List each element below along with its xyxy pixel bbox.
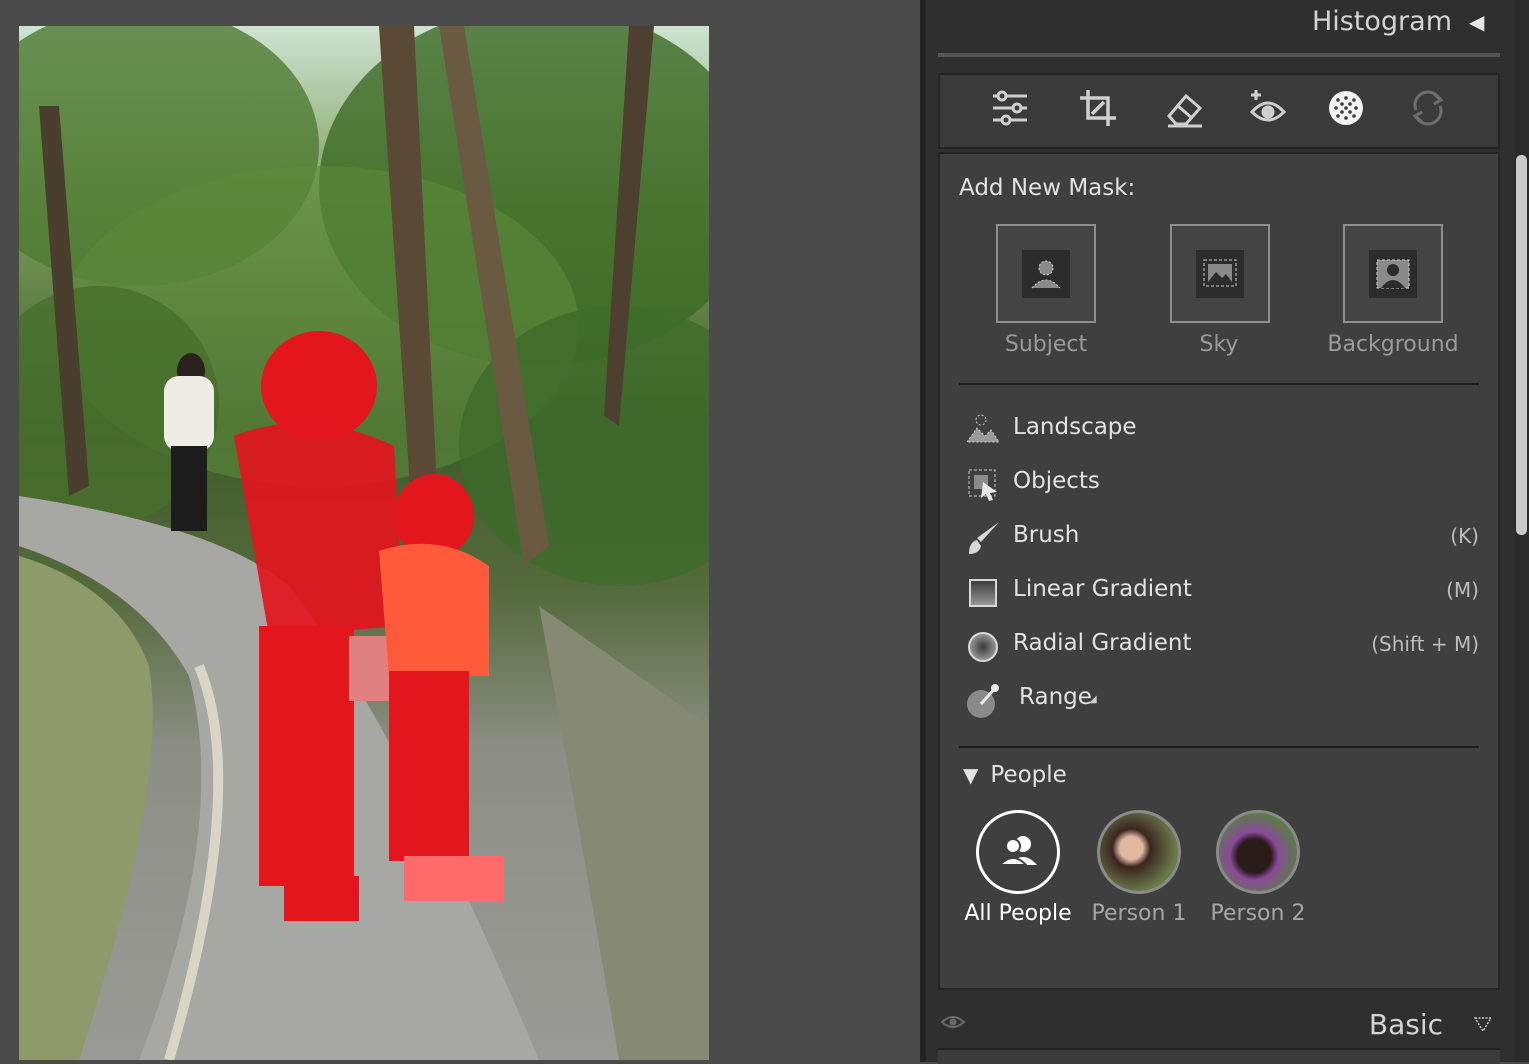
eraser-icon[interactable] <box>1164 88 1204 128</box>
redeye-icon[interactable] <box>1248 88 1288 128</box>
radial-gradient-label: Radial Gradient <box>1013 630 1192 656</box>
objects-label: Objects <box>1013 468 1100 494</box>
basic-title[interactable]: Basic <box>1369 1008 1443 1041</box>
linear-gradient-tool[interactable]: Linear Gradient (M) <box>963 572 1483 612</box>
sky-label: Sky <box>1199 332 1239 357</box>
histogram-separator <box>938 53 1500 57</box>
landscape-tool[interactable]: Landscape <box>963 410 1483 450</box>
background-button[interactable] <box>1343 224 1443 323</box>
eye-icon[interactable] <box>940 1012 966 1032</box>
disclosure-triangle-icon[interactable]: ▼ <box>963 763 978 787</box>
histogram-title[interactable]: Histogram <box>1312 6 1452 37</box>
background-label: Background <box>1327 332 1459 357</box>
subject-label: Subject <box>1004 332 1088 357</box>
brush-shortcut: (K) <box>1450 524 1479 548</box>
crop-icon[interactable] <box>1078 88 1118 128</box>
landscape-icon <box>966 414 1000 443</box>
objects-icon <box>968 469 997 501</box>
sky-icon <box>1203 259 1237 287</box>
subject-icon <box>1031 260 1061 289</box>
range-tool[interactable]: Range ◢ <box>963 680 1483 720</box>
basic-collapse-triangle-icon[interactable] <box>1474 1016 1492 1032</box>
brush-label: Brush <box>1013 522 1080 548</box>
landscape-label: Landscape <box>1013 414 1137 440</box>
person-2-label: Person 2 <box>1210 901 1306 926</box>
masking-icon[interactable] <box>1326 88 1366 128</box>
objects-tool[interactable]: Objects <box>963 464 1483 504</box>
image-canvas[interactable] <box>0 0 920 1062</box>
all-people-button[interactable] <box>976 810 1060 894</box>
radial-gradient-icon <box>968 632 998 662</box>
photo-illustration <box>19 26 709 1060</box>
people-group-icon <box>997 836 1037 866</box>
edit-sliders-icon[interactable] <box>990 88 1030 128</box>
section-separator-2 <box>959 746 1479 748</box>
subject-button[interactable] <box>996 224 1096 323</box>
radial-gradient-shortcut: (Shift + M) <box>1371 632 1479 656</box>
linear-gradient-label: Linear Gradient <box>1013 576 1192 602</box>
presets-icon[interactable] <box>1408 88 1448 128</box>
brush-tool[interactable]: Brush (K) <box>963 518 1483 558</box>
radial-gradient-tool[interactable]: Radial Gradient (Shift + M) <box>963 626 1483 666</box>
add-new-mask-label: Add New Mask: <box>959 175 1136 201</box>
person-1-avatar[interactable] <box>1097 810 1181 894</box>
all-people-label: All People <box>964 901 1072 926</box>
sky-button[interactable] <box>1170 224 1270 323</box>
linear-gradient-shortcut: (M) <box>1446 578 1479 602</box>
people-title: People <box>990 762 1067 788</box>
photo-preview[interactable] <box>19 26 709 1060</box>
section-separator <box>959 383 1479 385</box>
linear-gradient-icon <box>969 579 997 607</box>
range-dropdown-icon[interactable]: ◢ <box>1089 694 1097 705</box>
brush-icon <box>969 522 999 554</box>
background-icon <box>1376 259 1410 289</box>
people-section-header[interactable]: ▼ People <box>963 762 1067 788</box>
panel-scrollbar-thumb[interactable] <box>1516 155 1527 535</box>
person-1-label: Person 1 <box>1091 901 1187 926</box>
range-label: Range <box>1019 684 1092 710</box>
range-icon <box>967 684 999 718</box>
histogram-collapse-arrow-icon[interactable]: ◀ <box>1469 10 1484 34</box>
person-2-avatar[interactable] <box>1216 810 1300 894</box>
